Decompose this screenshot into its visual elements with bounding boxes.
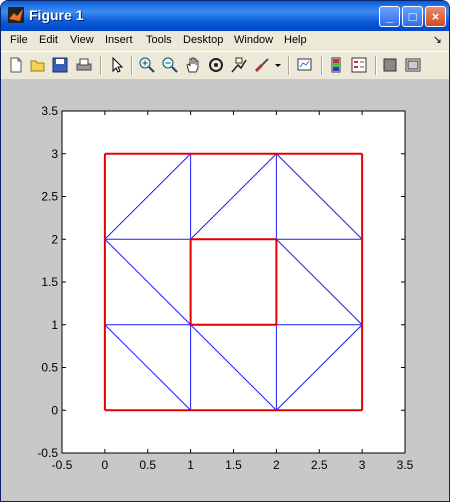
hide-plot-tools-icon[interactable] xyxy=(381,56,399,74)
menu-bar: File Edit View Insert Tools Desktop Wind… xyxy=(1,31,449,51)
y-tick-label: 3 xyxy=(51,147,58,161)
new-figure-icon[interactable] xyxy=(7,56,25,74)
print-icon[interactable] xyxy=(75,56,93,74)
dock-arrow-icon[interactable]: ↘ xyxy=(433,33,442,46)
open-file-icon[interactable] xyxy=(29,56,47,74)
pan-hand-icon[interactable] xyxy=(184,56,202,74)
x-tick-label: 1.5 xyxy=(225,458,242,472)
zoom-in-icon[interactable] xyxy=(138,56,156,74)
toolbar-separator xyxy=(131,56,133,75)
menu-tools[interactable]: Tools xyxy=(146,34,172,46)
maximize-button[interactable]: □ xyxy=(402,6,423,27)
brush-dropdown-icon[interactable] xyxy=(273,56,283,74)
data-cursor-icon[interactable] xyxy=(230,56,248,74)
minimize-button[interactable]: _ xyxy=(379,6,400,27)
title-bar[interactable]: Figure 1 _ □ × xyxy=(1,1,449,31)
menu-help[interactable]: Help xyxy=(284,34,307,46)
link-plot-icon[interactable] xyxy=(296,56,314,74)
close-button[interactable]: × xyxy=(425,6,446,27)
x-tick-label: -0.5 xyxy=(52,458,73,472)
zoom-out-icon[interactable] xyxy=(161,56,179,74)
toolbar-separator xyxy=(100,56,102,75)
x-tick-label: 2.5 xyxy=(311,458,328,472)
plot-svg: -0.5 0 0.5 1 1.5 2 2.5 3 3.5 -0.5 0 0.5 1 1.5 2 2.5 3 3.… xyxy=(37,104,414,472)
figure-window: Figure 1 _ □ × File Edit View Insert Too… xyxy=(0,0,450,502)
x-tick-label: 3.5 xyxy=(397,458,414,472)
legend-icon[interactable] xyxy=(350,56,368,74)
toolbar-separator xyxy=(375,56,377,75)
x-tick-label: 0 xyxy=(102,458,109,472)
toolbar-separator xyxy=(321,56,323,75)
menu-file[interactable]: File xyxy=(10,34,28,46)
figure-canvas: -0.5 0 0.5 1 1.5 2 2.5 3 3.5 -0.5 0 0.5 1 1.5 2 2.5 3 3.… xyxy=(1,79,449,501)
save-icon[interactable] xyxy=(51,56,69,74)
brush-icon[interactable] xyxy=(253,56,271,74)
y-tick-label: 1 xyxy=(51,318,58,332)
axes-box[interactable] xyxy=(61,110,406,454)
menu-insert[interactable]: Insert xyxy=(105,34,133,46)
y-tick-label: 2.5 xyxy=(41,190,58,204)
y-tick-label: 0 xyxy=(51,403,58,417)
y-tick-label: 2 xyxy=(51,232,58,246)
menu-window[interactable]: Window xyxy=(234,34,273,46)
x-tick-label: 2 xyxy=(273,458,280,472)
y-tick-label: -0.5 xyxy=(37,446,58,460)
colorbar-icon[interactable] xyxy=(327,56,345,74)
x-tick-label: 3 xyxy=(359,458,366,472)
y-tick-label: 0.5 xyxy=(41,361,58,375)
y-tick-label: 1.5 xyxy=(41,275,58,289)
y-tick-label: 3.5 xyxy=(41,104,58,118)
menu-edit[interactable]: Edit xyxy=(39,34,58,46)
x-tick-label: 0.5 xyxy=(139,458,156,472)
x-tick-label: 1 xyxy=(187,458,194,472)
figure-toolbar xyxy=(1,51,449,80)
edit-plot-arrow-icon[interactable] xyxy=(108,56,126,74)
show-plot-tools-icon[interactable] xyxy=(404,56,422,74)
toolbar-separator xyxy=(288,56,290,75)
matlab-logo-icon xyxy=(8,7,24,23)
window-title: Figure 1 xyxy=(29,7,84,23)
rotate-3d-icon[interactable] xyxy=(207,56,225,74)
menu-view[interactable]: View xyxy=(70,34,94,46)
menu-desktop[interactable]: Desktop xyxy=(183,34,223,46)
